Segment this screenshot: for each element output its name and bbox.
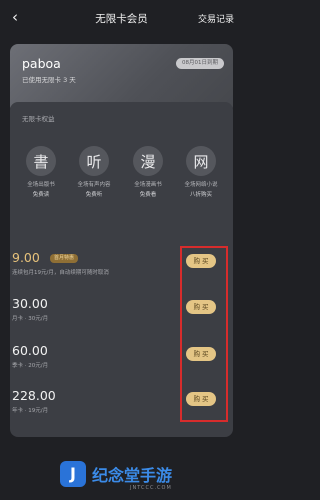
benefit-detail: 免费听 xyxy=(85,192,103,198)
benefit-label: 全场网络小说 xyxy=(184,182,218,188)
web-novel-icon: 网 xyxy=(186,146,216,176)
site-watermark: J 纪念堂手游 JNTCCC.COM xyxy=(60,460,220,494)
plan-description: 月卡 · 30元/月 xyxy=(12,316,49,322)
annotation-highlight-box xyxy=(180,246,228,422)
plan-price: 228.00 xyxy=(12,388,56,403)
benefit-item-audio: 听 全场有声内容 免费听 xyxy=(67,146,121,198)
benefit-detail: 免费看 xyxy=(139,192,157,198)
user-name: paboa xyxy=(22,56,61,71)
benefit-item-web-novels: 网 全场网络小说 八折购买 xyxy=(174,146,228,198)
plan-description: 连续包月19元/月，自动续期可随时取消 xyxy=(12,270,109,276)
benefit-label: 全场出版书 xyxy=(27,182,55,188)
page-title: 无限卡会员 xyxy=(95,12,148,25)
back-icon[interactable]: ‹ xyxy=(12,8,18,26)
expiry-badge: 08月01日到期 xyxy=(176,58,224,69)
transaction-records-link[interactable]: 交易记录 xyxy=(198,12,234,25)
plan-tag: 首月特惠 xyxy=(50,254,79,263)
listen-icon: 听 xyxy=(79,146,109,176)
benefit-detail: 免费读 xyxy=(32,192,50,198)
benefit-item-books: 書 全场出版书 免费读 xyxy=(14,146,68,198)
plan-price: 9.00 xyxy=(12,250,40,265)
watermark-text: 纪念堂手游 xyxy=(92,466,173,485)
book-icon: 書 xyxy=(26,146,56,176)
benefit-label: 全场有声内容 xyxy=(77,182,111,188)
watermark-url: JNTCCC.COM xyxy=(130,485,172,491)
benefit-label: 全场漫画书 xyxy=(134,182,162,188)
benefits-list: 書 全场出版书 免费读 听 全场有声内容 免费听 漫 全场漫画书 免费看 网 全… xyxy=(14,146,229,204)
benefits-title: 无限卡权益 xyxy=(22,115,55,123)
plan-description: 年卡 · 19元/月 xyxy=(12,408,49,414)
watermark-logo-icon: J xyxy=(60,461,86,487)
plan-description: 季卡 · 20元/月 xyxy=(12,363,49,369)
membership-duration: 已使用无限卡 3 天 xyxy=(22,76,76,84)
comic-icon: 漫 xyxy=(133,146,163,176)
plan-price: 30.00 xyxy=(12,296,48,311)
top-nav-bar: ‹ 无限卡会员 交易记录 xyxy=(0,0,243,36)
plan-price: 60.00 xyxy=(12,343,48,358)
benefit-detail: 八折购买 xyxy=(189,192,212,198)
benefit-item-comics: 漫 全场漫画书 免费看 xyxy=(121,146,175,198)
